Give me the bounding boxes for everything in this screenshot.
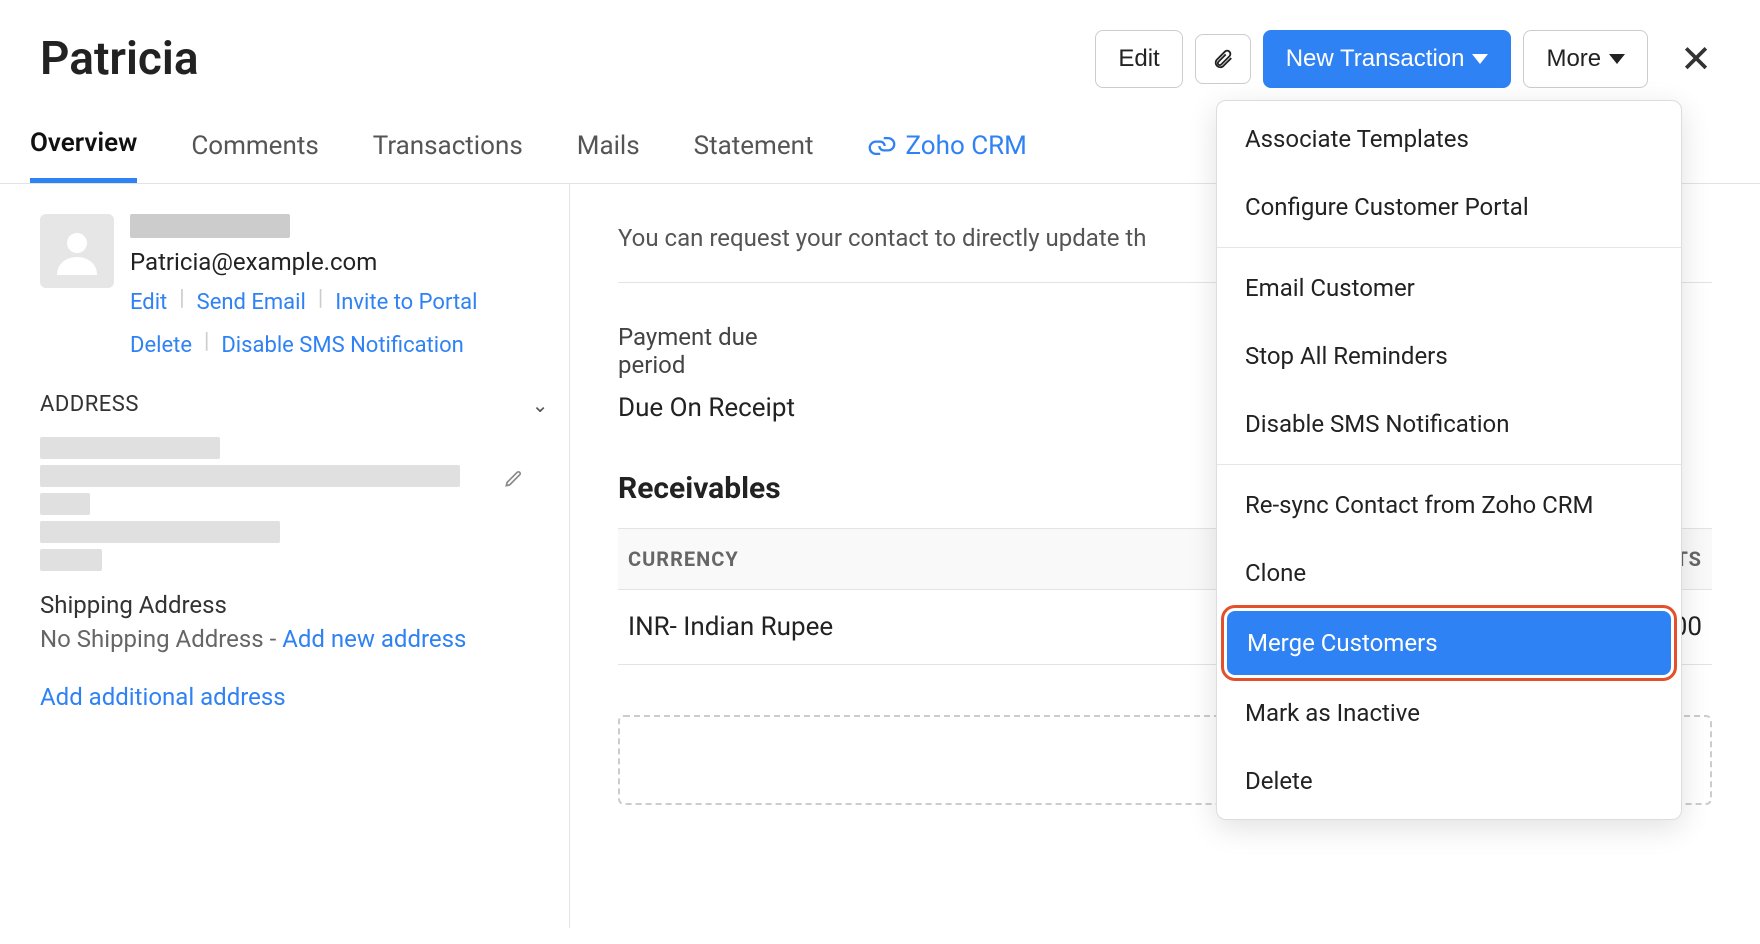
link-invite-portal[interactable]: Invite to Portal bbox=[335, 286, 477, 319]
tab-transactions[interactable]: Transactions bbox=[373, 128, 523, 183]
close-button[interactable]: ✕ bbox=[1660, 37, 1720, 82]
shipping-address-text: No Shipping Address - Add new address bbox=[40, 625, 549, 653]
tab-statement[interactable]: Statement bbox=[694, 128, 814, 183]
pencil-icon bbox=[503, 469, 523, 489]
menu-resync-crm[interactable]: Re-sync Contact from Zoho CRM bbox=[1217, 471, 1681, 539]
tab-comments[interactable]: Comments bbox=[191, 128, 318, 183]
more-dropdown: Associate Templates Configure Customer P… bbox=[1216, 100, 1682, 820]
link-send-email[interactable]: Send Email bbox=[197, 286, 306, 319]
menu-associate-templates[interactable]: Associate Templates bbox=[1217, 105, 1681, 173]
add-additional-address-link[interactable]: Add additional address bbox=[40, 683, 286, 711]
page-title: Patricia bbox=[40, 32, 199, 86]
menu-merge-customers[interactable]: Merge Customers bbox=[1227, 611, 1671, 675]
contact-email: Patricia@example.com bbox=[130, 248, 477, 276]
tab-crm-label: Zoho CRM bbox=[906, 131, 1027, 161]
menu-divider bbox=[1217, 247, 1681, 248]
redacted-line bbox=[40, 493, 90, 515]
caret-down-icon bbox=[1609, 54, 1625, 64]
new-transaction-label: New Transaction bbox=[1286, 45, 1465, 73]
th-currency: CURRENCY bbox=[618, 529, 1240, 590]
redacted-line bbox=[40, 521, 280, 543]
link-disable-sms[interactable]: Disable SMS Notification bbox=[221, 329, 463, 362]
menu-stop-reminders[interactable]: Stop All Reminders bbox=[1217, 322, 1681, 390]
redacted-line bbox=[40, 437, 220, 459]
link-delete[interactable]: Delete bbox=[130, 329, 192, 362]
menu-delete[interactable]: Delete bbox=[1217, 747, 1681, 815]
edit-address-button[interactable] bbox=[503, 469, 523, 494]
redacted-line bbox=[40, 549, 102, 571]
address-section-header[interactable]: ADDRESS ⌄ bbox=[40, 392, 549, 417]
avatar bbox=[40, 214, 114, 288]
edit-button[interactable]: Edit bbox=[1095, 30, 1182, 88]
address-label: ADDRESS bbox=[40, 392, 139, 417]
shipping-address-label: Shipping Address bbox=[40, 591, 549, 619]
paperclip-icon bbox=[1212, 46, 1234, 72]
more-button[interactable]: More bbox=[1523, 30, 1648, 88]
billing-address-block bbox=[40, 437, 549, 571]
chevron-down-icon: ⌄ bbox=[532, 393, 549, 417]
redacted-line bbox=[40, 465, 460, 487]
new-transaction-button[interactable]: New Transaction bbox=[1263, 30, 1512, 88]
caret-down-icon bbox=[1472, 54, 1488, 64]
sidebar: Patricia@example.com Edit| Send Email| I… bbox=[0, 184, 570, 928]
header-actions: Edit New Transaction More ✕ bbox=[1095, 30, 1720, 88]
menu-divider bbox=[1217, 464, 1681, 465]
link-edit[interactable]: Edit bbox=[130, 286, 167, 319]
add-new-address-link[interactable]: Add new address bbox=[282, 625, 466, 653]
menu-mark-inactive[interactable]: Mark as Inactive bbox=[1217, 679, 1681, 747]
tab-zoho-crm[interactable]: Zoho CRM bbox=[868, 128, 1027, 183]
menu-email-customer[interactable]: Email Customer bbox=[1217, 254, 1681, 322]
attachment-button[interactable] bbox=[1195, 34, 1251, 84]
more-label: More bbox=[1546, 45, 1601, 73]
person-icon bbox=[53, 227, 101, 275]
redacted-name bbox=[130, 214, 290, 238]
menu-disable-sms[interactable]: Disable SMS Notification bbox=[1217, 390, 1681, 458]
link-icon bbox=[868, 135, 896, 157]
menu-clone[interactable]: Clone bbox=[1217, 539, 1681, 607]
cell-currency: INR- Indian Rupee bbox=[618, 590, 1240, 665]
menu-configure-portal[interactable]: Configure Customer Portal bbox=[1217, 173, 1681, 241]
tab-overview[interactable]: Overview bbox=[30, 128, 137, 183]
tab-mails[interactable]: Mails bbox=[577, 128, 640, 183]
